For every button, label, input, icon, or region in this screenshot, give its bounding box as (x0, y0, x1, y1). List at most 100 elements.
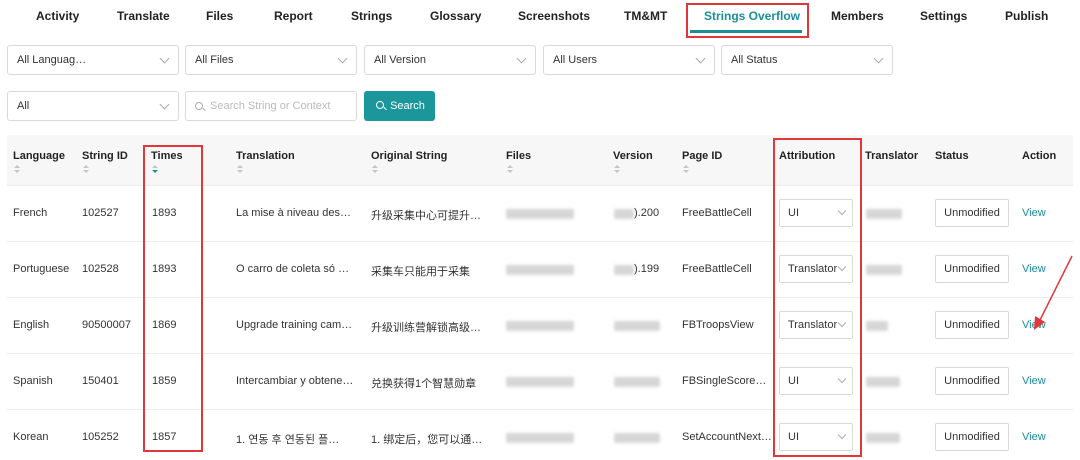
tab-glossary[interactable]: Glossary (430, 0, 481, 32)
tab-publish[interactable]: Publish (1005, 0, 1048, 32)
search-input[interactable]: Search String or Context (185, 91, 357, 121)
view-link[interactable]: View (1022, 319, 1046, 331)
sort-desc-icon[interactable] (507, 170, 513, 173)
language-filter-value: All Languag… (17, 54, 87, 66)
col-times[interactable]: Times (151, 150, 183, 162)
sort-asc-icon[interactable] (507, 165, 513, 168)
chevron-down-icon (837, 430, 847, 440)
sort-desc-icon[interactable] (614, 170, 620, 173)
cell-page-id: FBTroopsView (682, 319, 754, 331)
col-translation[interactable]: Translation (236, 150, 295, 162)
tab-tm-mt[interactable]: TM&MT (624, 0, 667, 32)
tab-activity[interactable]: Activity (36, 0, 79, 32)
sort-desc-icon[interactable] (237, 170, 243, 173)
status-select[interactable]: Unmodified (935, 199, 1009, 227)
search-icon (195, 102, 203, 110)
status-select[interactable]: Unmodified (935, 311, 1009, 339)
users-filter-select[interactable]: All Users (543, 45, 715, 75)
col-attribution[interactable]: Attribution (779, 150, 835, 162)
attribution-select[interactable]: Translator (779, 255, 853, 283)
tab-screenshots[interactable]: Screenshots (518, 0, 590, 32)
cell-original-string: 兑换获得1个智慧勋章 (371, 378, 477, 390)
sort-desc-icon[interactable] (14, 170, 20, 173)
attribution-value: UI (788, 207, 799, 219)
sort-desc-icon[interactable] (83, 170, 89, 173)
tab-translate[interactable]: Translate (117, 0, 170, 32)
cell-version-redacted (614, 209, 634, 219)
cell-string-id: 102528 (82, 263, 119, 275)
cell-version: ).200 (634, 207, 660, 219)
view-link[interactable]: View (1022, 431, 1046, 443)
chevron-down-icon (837, 318, 847, 328)
cell-page-id: FreeBattleCell (682, 263, 752, 275)
row-divider (7, 409, 1073, 410)
cell-files-redacted (506, 433, 574, 443)
cell-times: 1893 (152, 207, 177, 219)
sort-asc-icon[interactable] (14, 165, 20, 168)
tab-files[interactable]: Files (206, 0, 233, 32)
cell-version: ).199 (634, 263, 660, 275)
col-translator[interactable]: Translator (865, 150, 918, 162)
col-action[interactable]: Action (1022, 150, 1056, 162)
cell-string-id: 102527 (82, 207, 119, 219)
cell-translation: La mise à niveau des… (236, 207, 351, 219)
status-select[interactable]: Unmodified (935, 423, 1009, 451)
tab-strings-overflow[interactable]: Strings Overflow (704, 0, 800, 32)
status-filter-value: All Status (731, 54, 778, 66)
col-status[interactable]: Status (935, 150, 969, 162)
col-original-string[interactable]: Original String (371, 150, 447, 162)
attribution-select[interactable]: UI (779, 367, 853, 395)
search-button[interactable]: Search (364, 91, 435, 121)
files-filter-select[interactable]: All Files (185, 45, 357, 75)
sort-asc-icon[interactable] (152, 165, 158, 168)
scope-filter-select[interactable]: All (7, 91, 179, 121)
sort-desc-icon[interactable] (372, 170, 378, 173)
view-link[interactable]: View (1022, 263, 1046, 275)
row-divider (7, 297, 1073, 298)
attribution-select[interactable]: UI (779, 199, 853, 227)
chevron-down-icon (837, 206, 847, 216)
cell-language: Spanish (13, 375, 53, 387)
sort-asc-icon[interactable] (237, 165, 243, 168)
cell-translator-redacted (866, 433, 900, 443)
version-filter-select[interactable]: All Version (364, 45, 536, 75)
tab-strings[interactable]: Strings (351, 0, 392, 32)
sort-asc-icon[interactable] (372, 165, 378, 168)
view-link[interactable]: View (1022, 207, 1046, 219)
cell-times: 1869 (152, 319, 177, 331)
sort-asc-icon[interactable] (683, 165, 689, 168)
cell-translation: 1. 연동 후 연동된 플… (236, 434, 340, 446)
search-icon (376, 101, 384, 109)
cell-files-redacted (506, 209, 574, 219)
cell-version-redacted (614, 321, 660, 331)
cell-page-id: SetAccountNext… (682, 431, 772, 443)
sort-desc-icon[interactable] (683, 170, 689, 173)
active-tab-indicator (690, 30, 802, 33)
cell-version-redacted (614, 265, 634, 275)
col-language[interactable]: Language (13, 150, 65, 162)
status-select[interactable]: Unmodified (935, 367, 1009, 395)
col-string-id[interactable]: String ID (82, 150, 128, 162)
chevron-down-icon (837, 262, 847, 272)
tab-members[interactable]: Members (831, 0, 884, 32)
col-files[interactable]: Files (506, 150, 531, 162)
sort-asc-icon[interactable] (614, 165, 620, 168)
sort-asc-icon[interactable] (83, 165, 89, 168)
attribution-select[interactable]: Translator (779, 311, 853, 339)
cell-original-string: 1. 绑定后，您可以通… (371, 434, 483, 446)
cell-original-string: 采集车只能用于采集 (371, 266, 470, 278)
view-link[interactable]: View (1022, 375, 1046, 387)
col-version[interactable]: Version (613, 150, 653, 162)
col-page-id[interactable]: Page ID (682, 150, 722, 162)
cell-string-id: 90500007 (82, 319, 131, 331)
status-filter-select[interactable]: All Status (721, 45, 893, 75)
cell-language: Portuguese (13, 263, 70, 275)
language-filter-select[interactable]: All Languag… (7, 45, 179, 75)
tab-report[interactable]: Report (274, 0, 313, 32)
scope-filter-value: All (17, 100, 30, 112)
attribution-select[interactable]: UI (779, 423, 853, 451)
row-divider (7, 241, 1073, 242)
tab-settings[interactable]: Settings (920, 0, 967, 32)
status-select[interactable]: Unmodified (935, 255, 1009, 283)
sort-desc-icon[interactable] (152, 170, 158, 173)
